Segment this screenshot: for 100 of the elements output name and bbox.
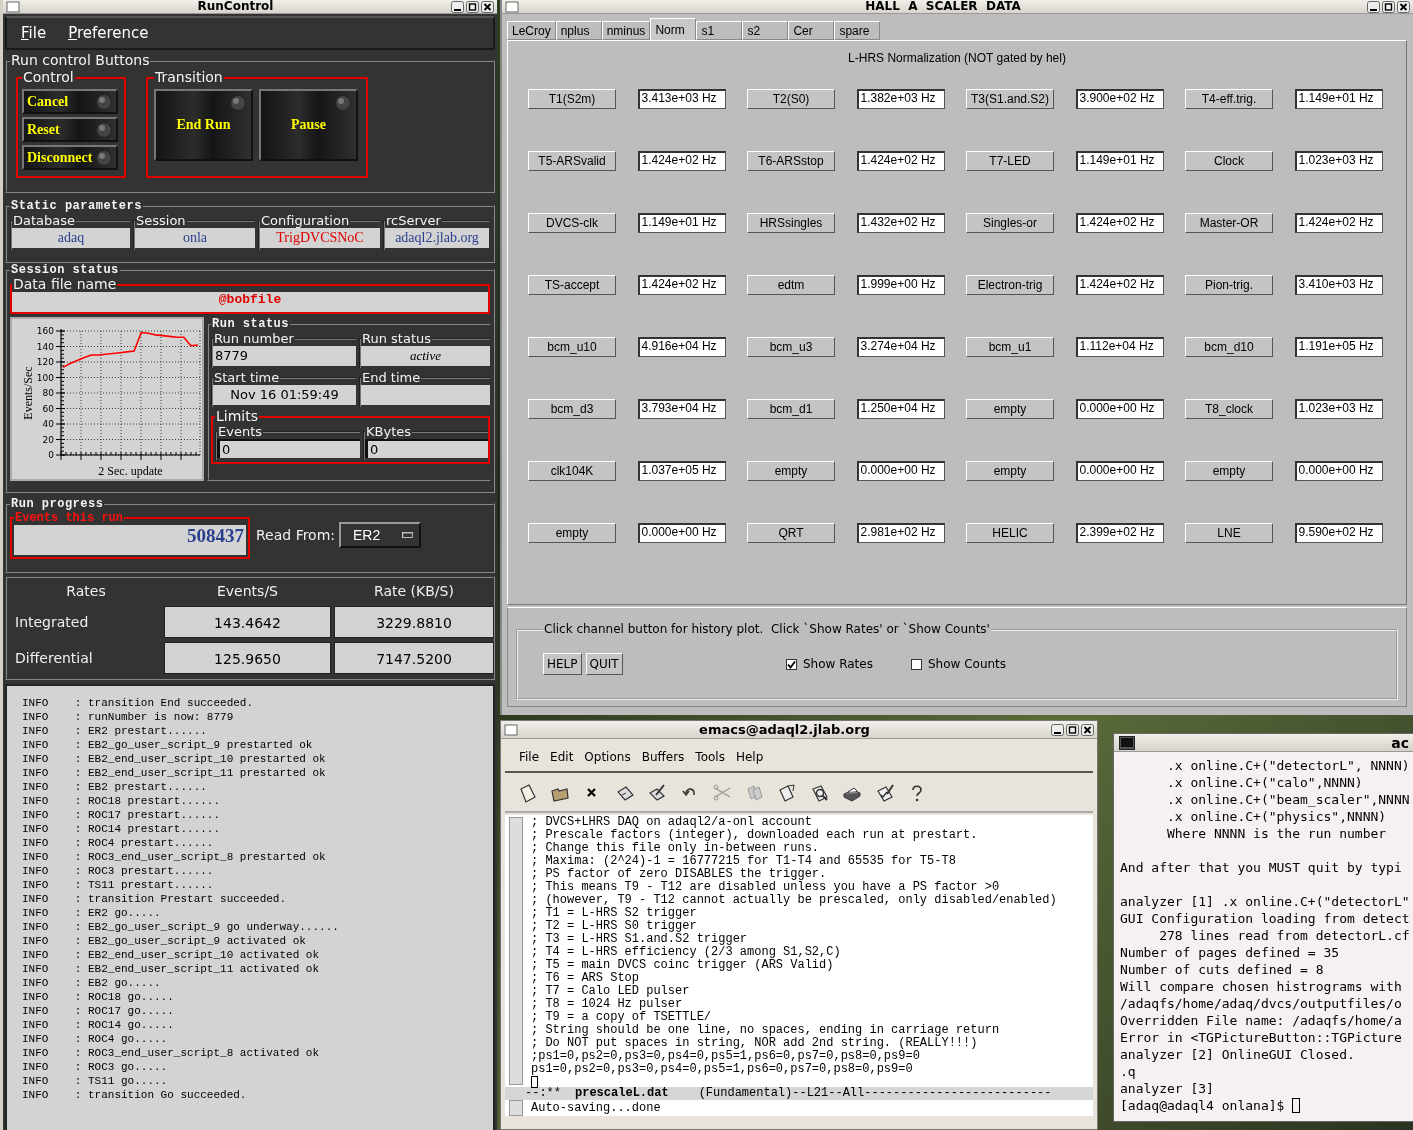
terminal-line: Overridden File name: /adaqfs/home/a [1120, 1012, 1402, 1029]
checkbox[interactable] [910, 658, 922, 670]
push-button[interactable]: QUIT [585, 653, 623, 675]
menu-item[interactable]: Help [735, 750, 764, 764]
terminal-line: .x online.C+("beam_scaler",NNNN [1165, 791, 1410, 808]
log-line: INFO : EB2_end_user_script_11 prestarted ok [22, 766, 327, 780]
channel-button[interactable]: Singles-or [966, 213, 1054, 233]
maximize-icon[interactable] [466, 0, 479, 13]
channel-button[interactable]: QRT [747, 523, 835, 543]
menu-item[interactable]: Edit [550, 750, 574, 764]
terminal-line: analyzer [3] [1120, 1080, 1214, 1097]
close-icon[interactable] [1081, 723, 1094, 736]
rate-field: 3.274e+04 Hz [856, 337, 945, 357]
channel-button[interactable]: T7-LED [966, 151, 1054, 171]
rate-field: 4.916e+04 Hz [637, 337, 726, 357]
channel-button[interactable]: empty [966, 399, 1054, 419]
channel-button[interactable]: empty [528, 523, 616, 543]
rate-field: 0.000e+00 Hz [1294, 461, 1383, 481]
channel-button[interactable]: Electron-trig [966, 275, 1054, 295]
scrollbar[interactable] [509, 817, 523, 1085]
dropdown[interactable]: ER2 [339, 522, 422, 548]
tab[interactable]: nplus [555, 21, 602, 40]
channel-button[interactable]: clk104K [528, 461, 616, 481]
checkbox[interactable] [786, 658, 797, 670]
checkbox-label[interactable]: Show Counts [927, 657, 1007, 671]
channel-button[interactable]: bcm_u1 [966, 337, 1054, 357]
menu-item[interactable]: Buffers [641, 750, 685, 764]
close-icon[interactable] [481, 0, 494, 13]
transition-button[interactable]: End Run [154, 89, 253, 161]
channel-button[interactable]: T4-eff.trig. [1185, 89, 1273, 109]
checkbox-label[interactable]: Show Rates [803, 657, 873, 671]
maximize-icon[interactable] [1066, 723, 1079, 736]
channel-button[interactable]: HRSsingles [747, 213, 835, 233]
menu-item[interactable]: File [519, 750, 540, 764]
channel-button[interactable]: bcm_u3 [747, 337, 835, 357]
channel-button[interactable]: DVCS-clk [528, 213, 616, 233]
channel-button[interactable]: Pion-trig. [1185, 275, 1273, 295]
tab[interactable]: LeCroy [507, 21, 556, 40]
disk-pencil-icon[interactable] [647, 783, 667, 803]
tab[interactable]: s2 [742, 21, 789, 40]
rate-field: 1.432e+02 Hz [856, 213, 945, 233]
tab[interactable]: s1 [696, 21, 743, 40]
search-icon[interactable] [809, 783, 830, 803]
channel-button[interactable]: bcm_u10 [528, 337, 616, 357]
channel-button[interactable]: LNE [1185, 523, 1273, 543]
channel-button[interactable]: T1(S2m) [528, 89, 616, 109]
transition-button[interactable]: Pause [259, 89, 358, 161]
code-line: ; T9 = a copy of TSETTLE/ [531, 1011, 713, 1024]
paste-icon[interactable] [777, 783, 797, 803]
terminal-icon[interactable] [1119, 735, 1135, 750]
scrollbar[interactable] [509, 1100, 523, 1116]
channel-button[interactable]: empty [1185, 461, 1273, 481]
channel-button[interactable]: Clock [1185, 151, 1273, 171]
channel-button[interactable]: T2(S0) [747, 89, 835, 109]
group-label: Run number [213, 331, 295, 346]
close-icon[interactable] [1397, 0, 1410, 13]
knob-icon [334, 94, 352, 112]
log-line: INFO : ROC17 prestart...... [22, 808, 222, 822]
window-menu-icon[interactable] [6, 0, 20, 13]
tab[interactable]: spare [834, 21, 881, 40]
channel-button[interactable]: edtm [747, 275, 835, 295]
code-line: ; T6 = ARS Stop [531, 972, 641, 985]
input-field[interactable]: 0 [217, 439, 360, 458]
channel-button[interactable]: HELIC [966, 523, 1054, 543]
group-label: Events this run [14, 511, 125, 525]
table-cell: 143.4642 [164, 606, 331, 638]
tab[interactable]: Norm [650, 18, 697, 40]
control-button[interactable]: Reset [22, 117, 118, 142]
channel-button[interactable]: bcm_d1 [747, 399, 835, 419]
minimize-icon[interactable] [1367, 0, 1380, 13]
window-menu-icon[interactable] [505, 0, 519, 13]
minimize-icon[interactable] [451, 0, 464, 13]
menu-item[interactable]: File [21, 24, 47, 42]
channel-button[interactable]: T8_clock [1185, 399, 1273, 419]
terminal-line: .q [1120, 1063, 1136, 1080]
input-field[interactable]: 0 [365, 439, 488, 458]
channel-button[interactable]: empty [966, 461, 1054, 481]
file-icon[interactable] [517, 783, 537, 803]
tab[interactable]: nminus [601, 21, 651, 40]
minimize-icon[interactable] [1051, 723, 1064, 736]
control-button[interactable]: Cancel [22, 89, 118, 114]
channel-button[interactable]: T6-ARSstop [747, 151, 835, 171]
channel-button[interactable]: bcm_d3 [528, 399, 616, 419]
control-button[interactable]: Disconnect [22, 145, 118, 170]
menu-item[interactable]: Options [584, 750, 631, 764]
channel-button[interactable]: empty [747, 461, 835, 481]
channel-button[interactable]: bcm_d10 [1185, 337, 1273, 357]
rate-field: 1.037e+05 Hz [637, 461, 726, 481]
menu-item[interactable]: Preference [68, 24, 149, 42]
channel-button[interactable]: TS-accept [528, 275, 616, 295]
terminal-line: analyzer [1] .x online.C+("detectorL" [1120, 893, 1410, 910]
menu-item[interactable]: Tools [695, 750, 725, 764]
channel-button[interactable]: Master-OR [1185, 213, 1273, 233]
tab[interactable]: Cer [788, 21, 835, 40]
maximize-icon[interactable] [1382, 0, 1395, 13]
window-menu-icon[interactable] [504, 723, 518, 736]
rate-field: 1.112e+04 Hz [1075, 337, 1164, 357]
channel-button[interactable]: T3(S1.and.S2) [966, 89, 1054, 109]
push-button[interactable]: HELP [543, 653, 582, 675]
channel-button[interactable]: T5-ARSvalid [528, 151, 616, 171]
